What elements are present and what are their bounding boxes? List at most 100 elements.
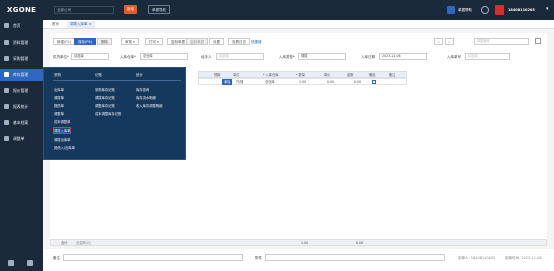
- sidebar-item-inventory[interactable]: 库存管理: [0, 69, 43, 81]
- warehouse-field[interactable]: 总仓库: [140, 53, 188, 60]
- total-label: 合计: [61, 241, 68, 245]
- shortcut-link[interactable]: 快捷键: [251, 40, 262, 45]
- company-selector[interactable]: 全部公司: [54, 6, 114, 14]
- menu-divider: [53, 80, 181, 81]
- sidebar-item-archive[interactable]: 基本档案: [0, 117, 43, 129]
- menu-item-transfer-in[interactable]: 调拨入库单: [52, 126, 73, 135]
- gift-checkbox[interactable]: [372, 80, 376, 84]
- audit-button[interactable]: 审核 ▾: [121, 38, 139, 45]
- menu-item-transfer-ledger[interactable]: 调拨库存记账: [95, 95, 115, 100]
- total-qty: 1.00: [301, 241, 309, 245]
- total-sub-label: 总金额(元): [76, 241, 92, 245]
- close-icon[interactable]: ×: [89, 22, 92, 26]
- help-label[interactable]: 单据帮助: [458, 5, 472, 15]
- tab-current[interactable]: 调拨入库单 ×: [67, 21, 95, 28]
- doc-ref-label: 入库单号: [447, 55, 461, 59]
- doc-ref-field[interactable]: 请选择: [465, 53, 510, 60]
- date-field[interactable]: 2023-11-08: [379, 53, 427, 60]
- menu-item-stock-detail[interactable]: 收入库存调整明细: [136, 103, 162, 108]
- bell-icon[interactable]: [481, 6, 489, 14]
- menu-item-purchase-ledger[interactable]: 采购库存记账: [95, 87, 115, 92]
- doc-nav-button[interactable]: 单据导航: [148, 5, 170, 14]
- attachment-label: 附件: [255, 256, 262, 260]
- row-amount[interactable]: 0.00: [354, 79, 361, 85]
- chart-icon: [4, 104, 9, 109]
- grid-header: 规格 单位 * 入库仓库 * 数量 单价 金额 赠品 备注: [198, 71, 407, 78]
- new-button[interactable]: 新建(F2): [53, 38, 75, 45]
- sidebar-item-purchase[interactable]: 采购管理: [0, 53, 43, 65]
- menu-item-cost-adjust[interactable]: 成本调整单: [54, 119, 70, 124]
- copy-doc-button[interactable]: 复制单据: [186, 38, 208, 45]
- doc-no-input[interactable]: 单据编号: [474, 38, 529, 45]
- tab-home[interactable]: 首页: [49, 21, 62, 28]
- user-name[interactable]: 18408110205: [508, 5, 535, 15]
- sidebar-item-home[interactable]: 首页: [0, 20, 43, 32]
- sidebar-item-adjust[interactable]: 调整单: [0, 133, 43, 145]
- menu-item-stock-query[interactable]: 库存查询: [136, 87, 149, 92]
- view-log-button[interactable]: 查看日志: [228, 38, 250, 45]
- avatar[interactable]: [495, 5, 504, 15]
- settings-button[interactable]: 设置: [209, 38, 224, 45]
- sidebar-item-quote[interactable]: 报价管理: [0, 85, 43, 97]
- menu-item-transfer-out[interactable]: 调拨出库单: [54, 137, 70, 142]
- handler-label: 经手人: [201, 55, 212, 59]
- app-logo: XGONE: [7, 6, 37, 14]
- bottom-bar: 备注 附件 制单人: 18408110205 制单时间: 2023-11-08: [43, 249, 554, 271]
- inventory-menu: 采购 记账 统计 出库单 调拨单 报损单 调整单 成本调整单 调拨入库单 调拨出…: [43, 67, 186, 160]
- totals-row: 合计 总金额(元) 1.00 0.00: [50, 239, 547, 246]
- company-field[interactable]: 请选择: [71, 53, 109, 60]
- menu-item-adjust[interactable]: 调整单: [54, 111, 64, 116]
- quote-icon: [4, 88, 9, 93]
- adjust-icon: [4, 136, 9, 141]
- trash-icon[interactable]: [27, 260, 33, 266]
- create-time-text: 制单时间: 2023-11-08: [505, 256, 542, 260]
- option-checkbox[interactable]: [535, 38, 541, 44]
- tab-bar: 首页 调拨入库单 ×: [43, 20, 554, 29]
- row-warehouse[interactable]: 总仓库: [265, 79, 275, 85]
- remark-input[interactable]: [63, 254, 243, 261]
- sidebar-item-reports[interactable]: 报表统计: [0, 101, 43, 113]
- menu-col2-title: 记账: [95, 73, 102, 77]
- table-row[interactable]: 添加 只/瓶 总仓库 1.00 0.00 0.00: [198, 78, 407, 85]
- print-button[interactable]: 打印 ▾: [145, 38, 163, 45]
- gear-icon[interactable]: [8, 260, 14, 266]
- company-label: 供货单位*: [53, 55, 69, 59]
- in-type-field[interactable]: 调拨: [298, 53, 346, 60]
- menu-item-stock-flow[interactable]: 库存流水明细: [136, 95, 156, 100]
- add-row-tag[interactable]: 添加: [222, 79, 233, 85]
- menu-item-out[interactable]: 出库单: [54, 87, 64, 92]
- next-arrow-icon[interactable]: ›: [445, 38, 454, 45]
- menu-item-loss[interactable]: 报损单: [54, 103, 64, 108]
- help-icon[interactable]: [447, 6, 455, 14]
- creator-text: 制单人: 18408110205: [458, 256, 496, 260]
- box-icon: [4, 72, 9, 77]
- menu-item-other[interactable]: 其他入/出库单: [54, 145, 75, 150]
- menu-item-cost-ledger[interactable]: 成本调整库存记账: [95, 111, 121, 116]
- cart-icon: [4, 56, 9, 61]
- sidebar: 首页 资料管理 采购管理 库存管理 报价管理 报表统计 基本档案 调整单: [0, 20, 43, 271]
- save-button[interactable]: 保存(F6): [74, 38, 96, 45]
- remark-label: 备注: [53, 256, 60, 260]
- top-bar: XGONE 全部公司 新增 单据导航 单据帮助 18408110205 ▾: [0, 0, 554, 20]
- archive-icon: [4, 120, 9, 125]
- total-amount: 0.00: [356, 241, 364, 245]
- chevron-down-icon[interactable]: ▾: [546, 6, 549, 12]
- delete-button[interactable]: 删除: [97, 38, 112, 45]
- in-type-label: 入库类型*: [279, 55, 295, 59]
- handler-field[interactable]: 请选择: [216, 53, 264, 60]
- warehouse-label: 入库仓库*: [120, 55, 136, 59]
- home-icon: [4, 23, 9, 28]
- prev-arrow-icon[interactable]: ‹: [434, 38, 443, 45]
- row-price[interactable]: 0.00: [327, 79, 334, 85]
- attachment-input[interactable]: [265, 254, 445, 261]
- date-label: 入库日期: [361, 55, 375, 59]
- menu-col3-title: 统计: [136, 73, 143, 77]
- menu-item-adjust-ledger[interactable]: 调整库存记账: [95, 103, 115, 108]
- data-icon: [4, 40, 9, 45]
- menu-item-transfer[interactable]: 调拨单: [54, 95, 64, 100]
- row-unit[interactable]: 只/瓶: [236, 79, 243, 85]
- top-new-button[interactable]: 新增: [124, 5, 137, 14]
- sidebar-item-data[interactable]: 资料管理: [0, 37, 43, 49]
- row-qty[interactable]: 1.00: [299, 79, 306, 85]
- menu-col1-title: 采购: [54, 73, 61, 77]
